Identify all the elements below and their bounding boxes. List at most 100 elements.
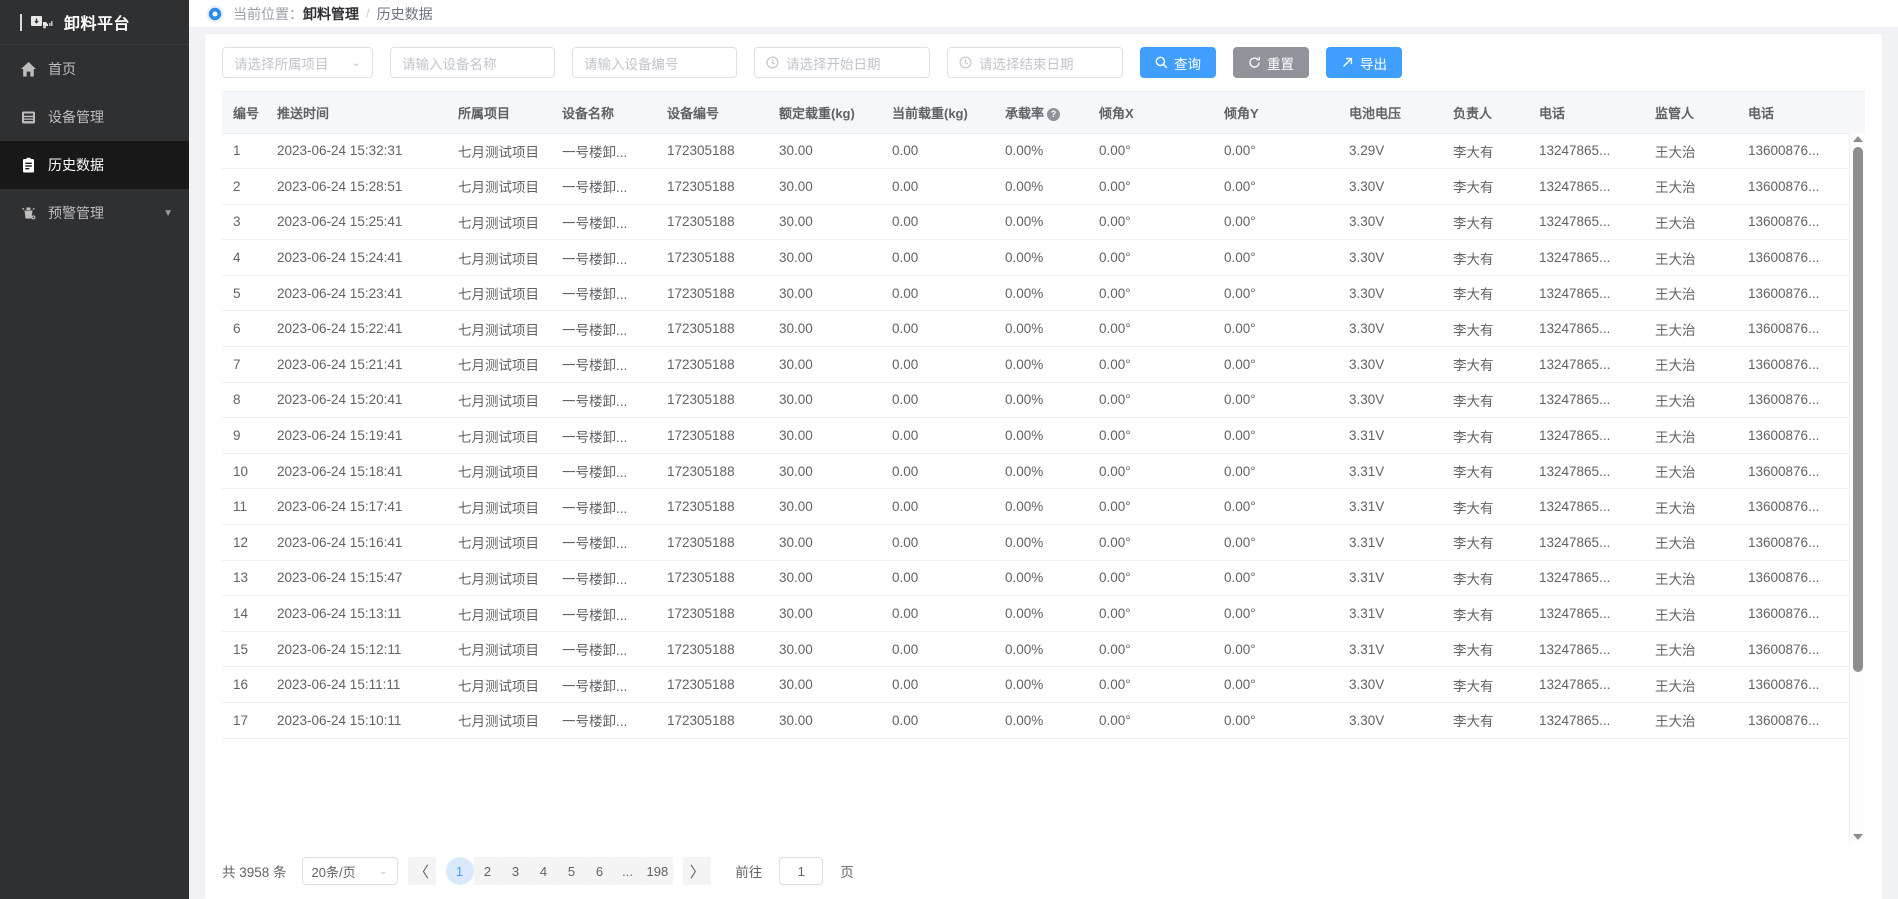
page-size-select[interactable]: 20条/页 ⌄ <box>302 857 398 885</box>
jump-page-input[interactable]: 1 <box>779 857 823 885</box>
cell-sup: 王大治 <box>1644 489 1737 525</box>
cell-owner: 李大有 <box>1442 204 1528 240</box>
cell-cur: 0.00 <box>881 560 994 596</box>
scroll-down-arrow-icon[interactable] <box>1853 834 1863 840</box>
cell-sup: 王大治 <box>1644 560 1737 596</box>
page-ellipsis[interactable]: ... <box>614 857 642 885</box>
cell-ay: 0.00° <box>1213 311 1338 347</box>
column-header-owner[interactable]: 负责人 <box>1442 92 1528 133</box>
table-row[interactable]: 142023-06-24 15:13:11七月测试项目一号楼卸...172305… <box>222 596 1865 632</box>
column-header-device-no[interactable]: 设备编号 <box>656 92 768 133</box>
cell-rated: 30.00 <box>768 596 881 632</box>
cell-phone2: 13600876... <box>1737 169 1865 205</box>
page-number-2[interactable]: 2 <box>474 857 502 885</box>
table-row[interactable]: 42023-06-24 15:24:41七月测试项目一号楼卸...1723051… <box>222 240 1865 276</box>
scroll-up-arrow-icon[interactable] <box>1853 136 1863 142</box>
column-header-current-load[interactable]: 当前载重(kg) <box>881 92 994 133</box>
column-header-id[interactable]: 编号 <box>222 92 266 133</box>
column-header-voltage[interactable]: 电池电压 <box>1338 92 1442 133</box>
table-row[interactable]: 62023-06-24 15:22:41七月测试项目一号楼卸...1723051… <box>222 311 1865 347</box>
device-no-input[interactable]: 请输入设备编号 <box>572 47 737 78</box>
table-row[interactable]: 52023-06-24 15:23:41七月测试项目一号楼卸...1723051… <box>222 275 1865 311</box>
table-row[interactable]: 22023-06-24 15:28:51七月测试项目一号楼卸...1723051… <box>222 169 1865 205</box>
cell-rated: 30.00 <box>768 703 881 739</box>
sidebar-nav: 首页 设备管理 <box>0 45 189 237</box>
table-scroll-view[interactable]: 编号 推送时间 所属项目 设备名称 设备编号 额定载重(kg) 当前载重(kg)… <box>222 92 1865 843</box>
table-row[interactable]: 122023-06-24 15:16:41七月测试项目一号楼卸...172305… <box>222 525 1865 561</box>
cell-dno: 172305188 <box>656 453 768 489</box>
cell-dname: 一号楼卸... <box>551 418 656 454</box>
export-button[interactable]: 导出 <box>1326 47 1402 78</box>
pagination: 共 3958 条 20条/页 ⌄ 〈 123456...198 〉 前往 1 页 <box>205 843 1882 899</box>
column-header-rated-load[interactable]: 额定载重(kg) <box>768 92 881 133</box>
column-header-owner-label: 负责人 <box>1453 106 1492 121</box>
column-header-project[interactable]: 所属项目 <box>447 92 551 133</box>
end-date-picker[interactable]: 请选择结束日期 <box>947 47 1123 78</box>
cell-dno: 172305188 <box>656 133 768 169</box>
column-header-load-rate[interactable]: 承载率? <box>994 92 1088 133</box>
page-number-4[interactable]: 4 <box>530 857 558 885</box>
help-icon[interactable]: ? <box>1047 108 1060 121</box>
page-number-last[interactable]: 198 <box>642 857 674 885</box>
cell-phone1: 13247865... <box>1528 525 1644 561</box>
column-header-current-load-label: 当前载重(kg) <box>892 106 968 121</box>
cell-dno: 172305188 <box>656 382 768 418</box>
cell-volt: 3.31V <box>1338 489 1442 525</box>
table-row[interactable]: 132023-06-24 15:15:47七月测试项目一号楼卸...172305… <box>222 560 1865 596</box>
column-header-angle-x[interactable]: 倾角X <box>1088 92 1213 133</box>
table-header: 编号 推送时间 所属项目 设备名称 设备编号 额定载重(kg) 当前载重(kg)… <box>222 92 1865 133</box>
table-row[interactable]: 72023-06-24 15:21:41七月测试项目一号楼卸...1723051… <box>222 347 1865 383</box>
sidebar-item-history-data[interactable]: 历史数据 <box>0 141 189 189</box>
reset-button[interactable]: 重置 <box>1233 47 1309 78</box>
page-number-6[interactable]: 6 <box>586 857 614 885</box>
search-button[interactable]: 查询 <box>1140 47 1216 78</box>
column-header-supervisor-phone[interactable]: 电话 <box>1737 92 1865 133</box>
cell-owner: 李大有 <box>1442 169 1528 205</box>
table-row[interactable]: 112023-06-24 15:17:41七月测试项目一号楼卸...172305… <box>222 489 1865 525</box>
scrollbar-thumb[interactable] <box>1853 147 1863 672</box>
column-header-angle-y[interactable]: 倾角Y <box>1213 92 1338 133</box>
brand-logo[interactable]: 卸料平台 <box>0 0 189 45</box>
cell-id: 11 <box>222 489 266 525</box>
sidebar-item-home-label: 首页 <box>48 59 173 79</box>
prev-page-button[interactable]: 〈 <box>408 857 436 885</box>
column-header-device-name[interactable]: 设备名称 <box>551 92 656 133</box>
cell-phone2: 13600876... <box>1737 275 1865 311</box>
column-header-owner-phone[interactable]: 电话 <box>1528 92 1644 133</box>
cell-owner: 李大有 <box>1442 596 1528 632</box>
table-row[interactable]: 152023-06-24 15:12:11七月测试项目一号楼卸...172305… <box>222 631 1865 667</box>
device-name-input[interactable]: 请输入设备名称 <box>390 47 555 78</box>
project-select[interactable]: 请选择所属项目 ⌄ <box>222 47 373 78</box>
cell-sup: 王大治 <box>1644 631 1737 667</box>
cell-phone1: 13247865... <box>1528 489 1644 525</box>
table-row[interactable]: 32023-06-24 15:25:41七月测试项目一号楼卸...1723051… <box>222 204 1865 240</box>
cell-rate: 0.00% <box>994 418 1088 454</box>
breadcrumb-parent[interactable]: 卸料管理 <box>303 4 359 24</box>
table-row[interactable]: 172023-06-24 15:10:11七月测试项目一号楼卸...172305… <box>222 703 1865 739</box>
cell-time: 2023-06-24 15:22:41 <box>266 311 447 347</box>
filter-toolbar: 请选择所属项目 ⌄ 请输入设备名称 请输入设备编号 请选择开始日期 <box>205 34 1882 91</box>
chevron-down-icon[interactable]: ▼ <box>163 208 173 219</box>
cell-id: 10 <box>222 453 266 489</box>
sidebar-item-device-management[interactable]: 设备管理 <box>0 93 189 141</box>
start-date-picker[interactable]: 请选择开始日期 <box>754 47 930 78</box>
table-row[interactable]: 102023-06-24 15:18:41七月测试项目一号楼卸...172305… <box>222 453 1865 489</box>
cell-ax: 0.00° <box>1088 169 1213 205</box>
column-header-time[interactable]: 推送时间 <box>266 92 447 133</box>
column-header-supervisor[interactable]: 监管人 <box>1644 92 1737 133</box>
column-header-time-label: 推送时间 <box>277 106 329 121</box>
export-arrow-icon <box>1341 56 1354 69</box>
table-row[interactable]: 82023-06-24 15:20:41七月测试项目一号楼卸...1723051… <box>222 382 1865 418</box>
page-number-3[interactable]: 3 <box>502 857 530 885</box>
sidebar-item-home[interactable]: 首页 <box>0 45 189 93</box>
table-vertical-scrollbar[interactable] <box>1849 133 1865 843</box>
sidebar-item-warning-management[interactable]: 预警管理 ▼ <box>0 189 189 237</box>
cell-volt: 3.30V <box>1338 667 1442 703</box>
page-number-1[interactable]: 1 <box>446 857 474 885</box>
page-number-5[interactable]: 5 <box>558 857 586 885</box>
table-row[interactable]: 162023-06-24 15:11:11七月测试项目一号楼卸...172305… <box>222 667 1865 703</box>
table-row[interactable]: 12023-06-24 15:32:31七月测试项目一号楼卸...1723051… <box>222 133 1865 169</box>
next-page-button[interactable]: 〉 <box>683 857 711 885</box>
cell-ay: 0.00° <box>1213 275 1338 311</box>
table-row[interactable]: 92023-06-24 15:19:41七月测试项目一号楼卸...1723051… <box>222 418 1865 454</box>
